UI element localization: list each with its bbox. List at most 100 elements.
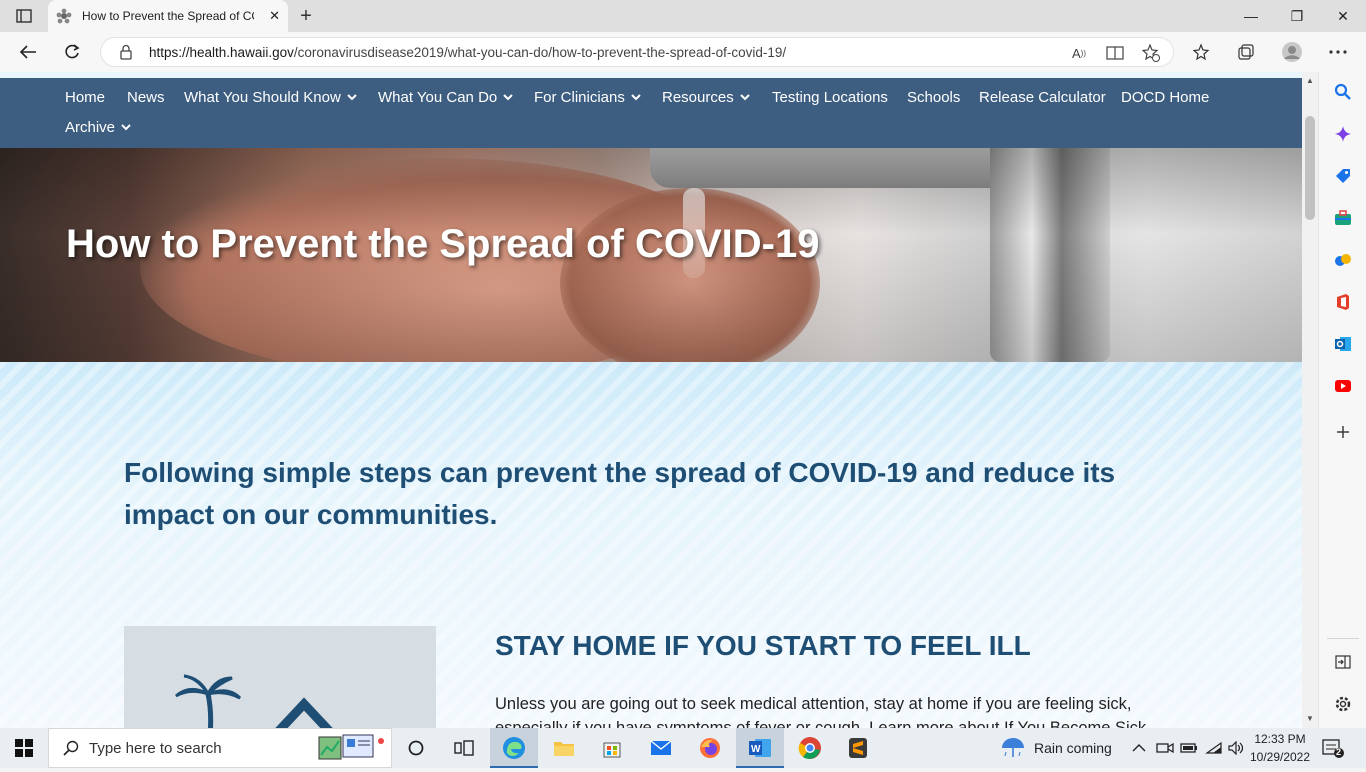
site-navigation: Home News What You Should Know What You … (0, 78, 1302, 148)
cortana-icon[interactable] (392, 728, 440, 768)
start-button[interactable] (0, 728, 48, 768)
tools-briefcase-icon[interactable] (1333, 208, 1353, 228)
scroll-down-arrow-icon[interactable]: ▼ (1306, 714, 1314, 723)
system-clock[interactable]: 12:33 PM 10/29/2022 (1248, 730, 1312, 766)
svg-text:W: W (751, 744, 761, 755)
discover-sparkle-icon[interactable] (1333, 124, 1353, 144)
nav-what-you-should-know[interactable]: What You Should Know (184, 89, 357, 106)
outlook-icon[interactable] (1333, 334, 1353, 354)
nav-what-you-should-know-label: What You Should Know (184, 89, 341, 106)
clock-time: 12:33 PM (1254, 732, 1306, 746)
shopping-tag-icon[interactable] (1333, 166, 1353, 186)
address-bar[interactable]: https://health.hawaii.gov/coronavirusdis… (100, 37, 1174, 67)
notification-center-icon[interactable]: 2 (1322, 728, 1344, 768)
mail-icon[interactable] (637, 728, 685, 768)
page-scrollbar[interactable]: ▲ ▼ (1302, 72, 1318, 728)
office-icon[interactable] (1333, 292, 1353, 312)
profile-avatar-icon[interactable] (1278, 38, 1306, 66)
tab-title: How to Prevent the Spread of CC (82, 9, 254, 23)
tab-actions-icon[interactable] (8, 4, 40, 28)
site-favicon-icon (56, 8, 72, 24)
nav-home[interactable]: Home (65, 89, 105, 106)
nav-resources-label: Resources (662, 89, 734, 106)
chevron-down-icon (503, 94, 513, 101)
collections-icon[interactable] (1232, 38, 1260, 66)
lock-icon[interactable] (119, 44, 133, 65)
palm-house-icon (175, 674, 333, 728)
taskbar-search-box[interactable]: Type here to search (48, 728, 392, 768)
nav-release-calculator-label: Release Calculator (979, 89, 1106, 106)
weather-text: Rain coming (1034, 740, 1112, 756)
show-hidden-icons-chevron-up-icon[interactable] (1132, 728, 1146, 768)
windows-logo-icon (15, 739, 33, 757)
browser-toolbar: https://health.hawaii.gov/coronavirusdis… (0, 32, 1366, 73)
nav-news[interactable]: News (127, 89, 165, 106)
nav-docd-home[interactable]: DOCD Home (1121, 89, 1209, 106)
close-window-button[interactable]: ✕ (1320, 0, 1366, 32)
microsoft-store-icon[interactable] (588, 728, 636, 768)
url-text[interactable]: https://health.hawaii.gov/coronavirusdis… (149, 45, 786, 60)
nav-testing-locations-label: Testing Locations (772, 89, 888, 106)
word-icon[interactable]: W (736, 728, 784, 768)
favorites-icon[interactable] (1188, 38, 1216, 66)
task-view-icon[interactable] (440, 728, 488, 768)
sublime-text-icon[interactable] (834, 728, 882, 768)
search-icon[interactable] (1333, 82, 1353, 102)
chevron-down-icon (121, 124, 131, 131)
nav-archive-label: Archive (65, 119, 116, 136)
firefox-icon[interactable] (686, 728, 734, 768)
battery-icon[interactable] (1180, 728, 1198, 768)
read-aloud-icon[interactable]: A)) (1069, 43, 1089, 63)
chevron-down-icon (631, 94, 641, 101)
new-tab-button[interactable]: + (294, 4, 318, 28)
search-highlight-icon (315, 731, 391, 772)
nav-release-calculator[interactable]: Release Calculator (979, 89, 1106, 106)
refresh-button[interactable] (58, 38, 86, 66)
section-paragraph: Unless you are going out to seek medical… (495, 695, 1151, 728)
weather-widget[interactable]: Rain coming (1000, 728, 1112, 768)
nav-for-clinicians-label: For Clinicians (534, 89, 625, 106)
back-button[interactable] (14, 38, 42, 66)
youtube-icon[interactable] (1333, 376, 1353, 396)
nav-archive[interactable]: Archive (65, 119, 131, 136)
nav-home-label: Home (65, 89, 106, 106)
games-icon[interactable] (1333, 250, 1353, 270)
lead-paragraph: Following simple steps can prevent the s… (124, 457, 1116, 530)
clock-date: 10/29/2022 (1249, 750, 1311, 764)
stay-home-illustration (124, 626, 436, 728)
nav-testing-locations[interactable]: Testing Locations (772, 89, 888, 106)
minimize-button[interactable]: — (1228, 0, 1274, 32)
nav-schools-label: Schools (907, 89, 961, 106)
scroll-up-arrow-icon[interactable]: ▲ (1306, 76, 1314, 85)
tab-close-icon[interactable]: ✕ (269, 8, 280, 24)
search-placeholder: Type here to search (89, 739, 222, 757)
settings-more-icon[interactable] (1324, 38, 1352, 66)
wifi-icon[interactable] (1205, 728, 1223, 768)
nav-what-you-can-do-label: What You Can Do (378, 89, 498, 106)
file-explorer-icon[interactable] (540, 728, 588, 768)
url-host: https://health.hawaii.gov (149, 45, 294, 60)
nav-schools[interactable]: Schools (907, 89, 960, 106)
nav-for-clinicians[interactable]: For Clinicians (534, 89, 641, 106)
add-favorite-icon[interactable] (1141, 43, 1161, 63)
url-path: /coronavirusdisease2019/what-you-can-do/… (293, 45, 787, 60)
scrollbar-thumb[interactable] (1305, 116, 1315, 220)
meet-now-icon[interactable] (1156, 728, 1174, 768)
browser-tab[interactable]: How to Prevent the Spread of CC ✕ (48, 0, 288, 32)
edge-taskbar-icon[interactable] (490, 728, 538, 768)
edge-sidebar (1318, 72, 1366, 728)
hide-sidebar-icon[interactable] (1333, 652, 1353, 672)
immersive-reader-icon[interactable] (1105, 43, 1125, 63)
chevron-down-icon (739, 94, 750, 101)
chevron-down-icon (347, 94, 357, 101)
nav-resources[interactable]: Resources (662, 89, 750, 106)
add-sidebar-app-icon[interactable] (1333, 422, 1353, 442)
web-page: Home News What You Should Know What You … (0, 72, 1302, 728)
chrome-icon[interactable] (786, 728, 834, 768)
sidebar-settings-gear-icon[interactable] (1333, 694, 1353, 714)
nav-what-you-can-do[interactable]: What You Can Do (378, 89, 513, 106)
umbrella-rain-icon (1000, 736, 1026, 760)
restore-button[interactable]: ❐ (1274, 0, 1320, 32)
volume-icon[interactable] (1228, 728, 1246, 768)
nav-news-label: News (127, 89, 165, 106)
